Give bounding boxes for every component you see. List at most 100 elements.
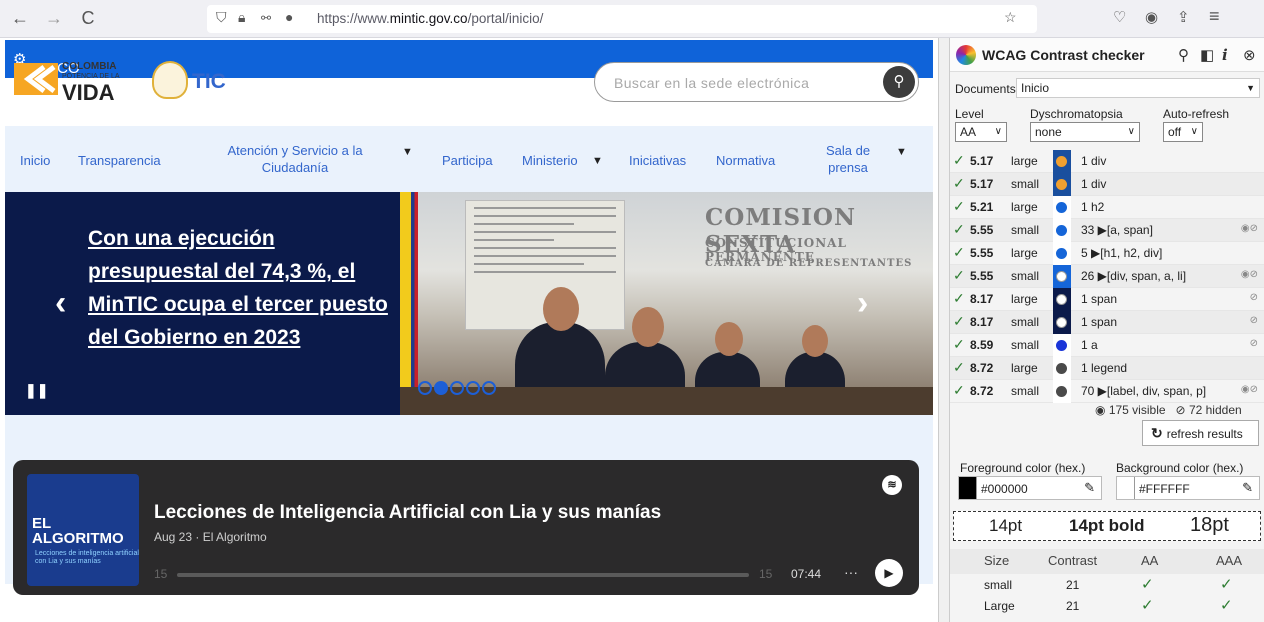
site-icon: ● [285,9,294,25]
skip-back-icon[interactable]: 15 [154,567,167,581]
search-input[interactable]: Buscar en la sede electrónica ⚲ [594,62,919,102]
auto-refresh-select[interactable]: off ∨ [1163,122,1203,142]
documents-select[interactable]: Inicio ▼ [1016,78,1260,98]
element-list[interactable]: 1 legend [1081,361,1127,375]
logo-tic-text[interactable]: TIC [192,70,226,94]
forward-button[interactable]: → [44,8,64,28]
pocket-icon[interactable]: ♡ [1113,8,1126,26]
address-bar[interactable]: ⛉ 🔒︎ ⚯ ● https://www.mintic.gov.co/porta… [207,5,1037,33]
podcast-title[interactable]: Lecciones de Inteligencia Artificial con… [154,502,661,524]
extension-icon[interactable]: ◉ [1145,8,1158,26]
eyedropper-icon[interactable]: ✎ [1242,480,1253,496]
carousel-dot[interactable] [450,381,464,395]
element-list[interactable]: 1 a [1081,338,1098,352]
element-list[interactable]: 70 ▶[label, div, span, p] [1081,384,1206,398]
carousel-dot[interactable] [466,381,480,395]
element-list[interactable]: 33 ▶[a, span] [1081,223,1153,237]
menu-icon[interactable]: ≡ [1209,6,1220,27]
spotify-embed[interactable]: EL ALGORITMO Lecciones de inteligencia ar… [13,460,919,595]
pin-icon[interactable]: ⚲ [1178,46,1189,64]
chevron-down-icon[interactable]: ▼ [896,146,907,158]
contrast-row[interactable]: ✓ 5.55 small 33 ▶[a, span] ◉⊘ [950,219,1264,242]
search-button[interactable]: ⚲ [883,66,915,98]
hero-headline[interactable]: Con una ejecución presupuestal del 74,3 … [88,222,388,354]
spotify-icon[interactable]: ≋ [882,475,902,495]
element-list[interactable]: 1 span [1081,315,1117,329]
info-icon[interactable]: i [1222,46,1228,64]
contrast-row[interactable]: ✓ 8.17 small 1 span ⊘ [950,311,1264,334]
carousel-next-icon[interactable]: › [857,284,868,323]
logo-vida-text: VIDA [62,80,115,105]
reload-button[interactable]: C [78,8,98,28]
element-list[interactable]: 1 span [1081,292,1117,306]
menu-normativa[interactable]: Normativa [716,152,775,169]
menu-iniciativas[interactable]: Iniciativas [629,152,686,169]
url-text[interactable]: https://www.mintic.gov.co/portal/inicio/ [317,11,543,26]
contrast-row[interactable]: ✓ 5.21 large 1 h2 [950,196,1264,219]
visibility-toggle-icon[interactable]: ⊘ [1250,338,1258,349]
colombia-logo-icon[interactable] [14,63,58,95]
dock-icon[interactable]: ◧ [1200,46,1214,64]
carousel-dot[interactable] [482,381,496,395]
menu-atencion[interactable]: Atención y Servicio a la Ciudadanía [210,142,380,176]
dyschromatopsia-select[interactable]: none ∨ [1030,122,1140,142]
menu-transparencia[interactable]: Transparencia [78,152,161,169]
podcast-subtitle[interactable]: Aug 23 · El Algoritmo [154,530,267,544]
visibility-toggle-icon[interactable]: ◉⊘ [1241,269,1258,280]
visibility-toggle-icon[interactable]: ◉⊘ [1241,223,1258,234]
visibility-toggle-icon[interactable]: ⊘ [1250,315,1258,326]
share-icon[interactable]: ⇪ [1177,8,1190,26]
menu-participa[interactable]: Participa [442,152,493,169]
contrast-row[interactable]: ✓ 5.17 large 1 div [950,150,1264,173]
play-icon[interactable]: ▶ [875,559,903,587]
visibility-toggle-icon[interactable]: ⊘ [1250,292,1258,303]
pause-icon[interactable]: ❚❚ [25,382,48,399]
menu-sala-prensa[interactable]: Sala de prensa [822,142,874,176]
element-list[interactable]: 5 ▶[h1, h2, div] [1081,246,1162,260]
foreground-hex[interactable]: #000000 [981,482,1028,496]
background-color-input[interactable]: #FFFFFF ✎ [1116,476,1260,500]
visibility-toggle-icon[interactable]: ◉⊘ [1241,384,1258,395]
element-list[interactable]: 1 div [1081,177,1106,191]
level-select[interactable]: AA ∨ [955,122,1007,142]
cover-subtitle: Lecciones de inteligencia artificial con… [35,550,139,565]
contrast-row[interactable]: ✓ 8.72 large 1 legend [950,357,1264,380]
menu-ministerio[interactable]: Ministerio [522,152,578,169]
bookmark-star-icon[interactable]: ☆ [1004,9,1017,26]
background-hex[interactable]: #FFFFFF [1139,482,1190,496]
sidebar-splitter[interactable] [938,38,950,622]
more-options-icon[interactable]: ··· [844,564,858,580]
element-list[interactable]: 1 div [1081,154,1106,168]
menu-inicio[interactable]: Inicio [20,152,50,169]
refresh-label: refresh results [1166,427,1243,441]
contrast-row[interactable]: ✓ 8.72 small 70 ▶[label, div, span, p] ◉⊘ [950,380,1264,403]
skip-forward-icon[interactable]: 15 [759,567,772,581]
back-button[interactable]: ← [10,8,30,28]
contrast-row[interactable]: ✓ 5.55 large 5 ▶[h1, h2, div] [950,242,1264,265]
carousel-dot[interactable] [434,381,448,395]
chevron-down-icon[interactable]: ▼ [402,146,413,158]
permissions-icon[interactable]: ⚯ [261,11,271,25]
lock-icon[interactable]: 🔒︎ [238,9,245,26]
contrast-row[interactable]: ✓ 5.17 small 1 div [950,173,1264,196]
contrast-row[interactable]: ✓ 8.17 large 1 span ⊘ [950,288,1264,311]
foreground-color-input[interactable]: #000000 ✎ [958,476,1102,500]
progress-bar[interactable] [177,573,749,577]
refresh-results-button[interactable]: ↻ refresh results [1142,420,1259,446]
text-size: small [1011,338,1040,352]
contrast-row[interactable]: ✓ 8.59 small 1 a ⊘ [950,334,1264,357]
close-icon[interactable]: ⊗ [1243,46,1256,64]
hero-carousel[interactable]: Con una ejecución presupuestal del 74,3 … [5,192,933,415]
element-list[interactable]: 26 ▶[div, span, a, li] [1081,269,1186,283]
contrast-ratio: 5.17 [970,154,994,168]
podcast-cover[interactable]: EL ALGORITMO Lecciones de inteligencia ar… [27,474,139,586]
logo-colombia-text: COLOMBIA POTENCIA DE LA [62,62,120,82]
carousel-dot[interactable] [418,381,432,395]
carousel-dots[interactable] [418,381,498,400]
element-list[interactable]: 1 h2 [1081,200,1104,214]
carousel-prev-icon[interactable]: ‹ [55,284,66,323]
eyedropper-icon[interactable]: ✎ [1084,480,1095,496]
contrast-row[interactable]: ✓ 5.55 small 26 ▶[div, span, a, li] ◉⊘ [950,265,1264,288]
shield-icon[interactable]: ⛉ [216,9,227,26]
chevron-down-icon[interactable]: ▼ [592,155,603,167]
